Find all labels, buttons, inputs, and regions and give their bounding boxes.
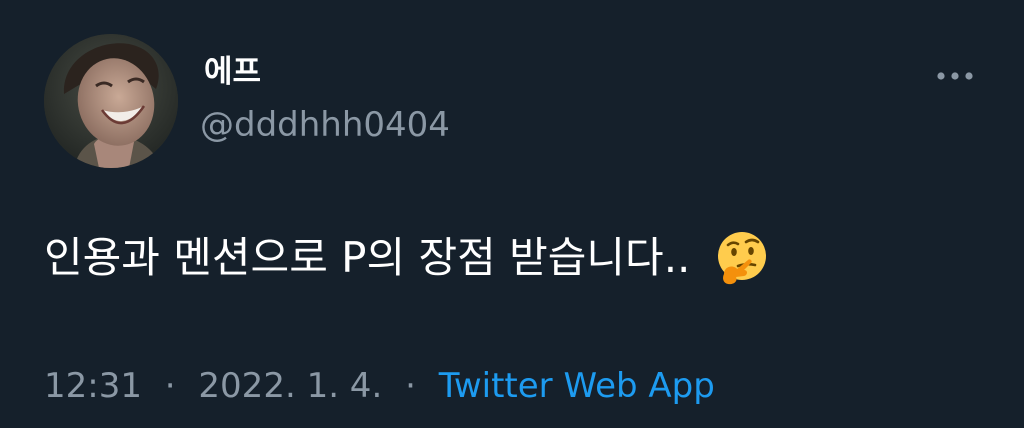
tweet-time[interactable]: 12:31 xyxy=(44,366,142,406)
more-options-button[interactable] xyxy=(928,56,982,96)
user-handle[interactable]: @dddhhh0404 xyxy=(200,102,450,148)
avatar[interactable] xyxy=(44,34,178,168)
meta-separator: · xyxy=(164,366,176,406)
tweet-card: 에프 @dddhhh0404 인용과 멘션으로 P의 장점 받습니다.. 12:… xyxy=(0,0,1024,428)
tweet-source-link[interactable]: Twitter Web App xyxy=(439,366,715,406)
tweet-text: 인용과 멘션으로 P의 장점 받습니다.. xyxy=(44,228,984,288)
meta-separator: · xyxy=(405,366,416,406)
tweet-date[interactable]: 2022. 1. 4. xyxy=(198,366,382,406)
tweet-body: 인용과 멘션으로 P의 장점 받습니다.. xyxy=(44,233,691,282)
display-name[interactable]: 에프 xyxy=(204,52,261,92)
thinking-face-icon xyxy=(718,232,767,285)
tweet-meta: 12:31 · 2022. 1. 4. · Twitter Web App xyxy=(44,362,715,410)
more-horizontal-icon xyxy=(937,72,973,80)
avatar-photo xyxy=(44,34,178,168)
